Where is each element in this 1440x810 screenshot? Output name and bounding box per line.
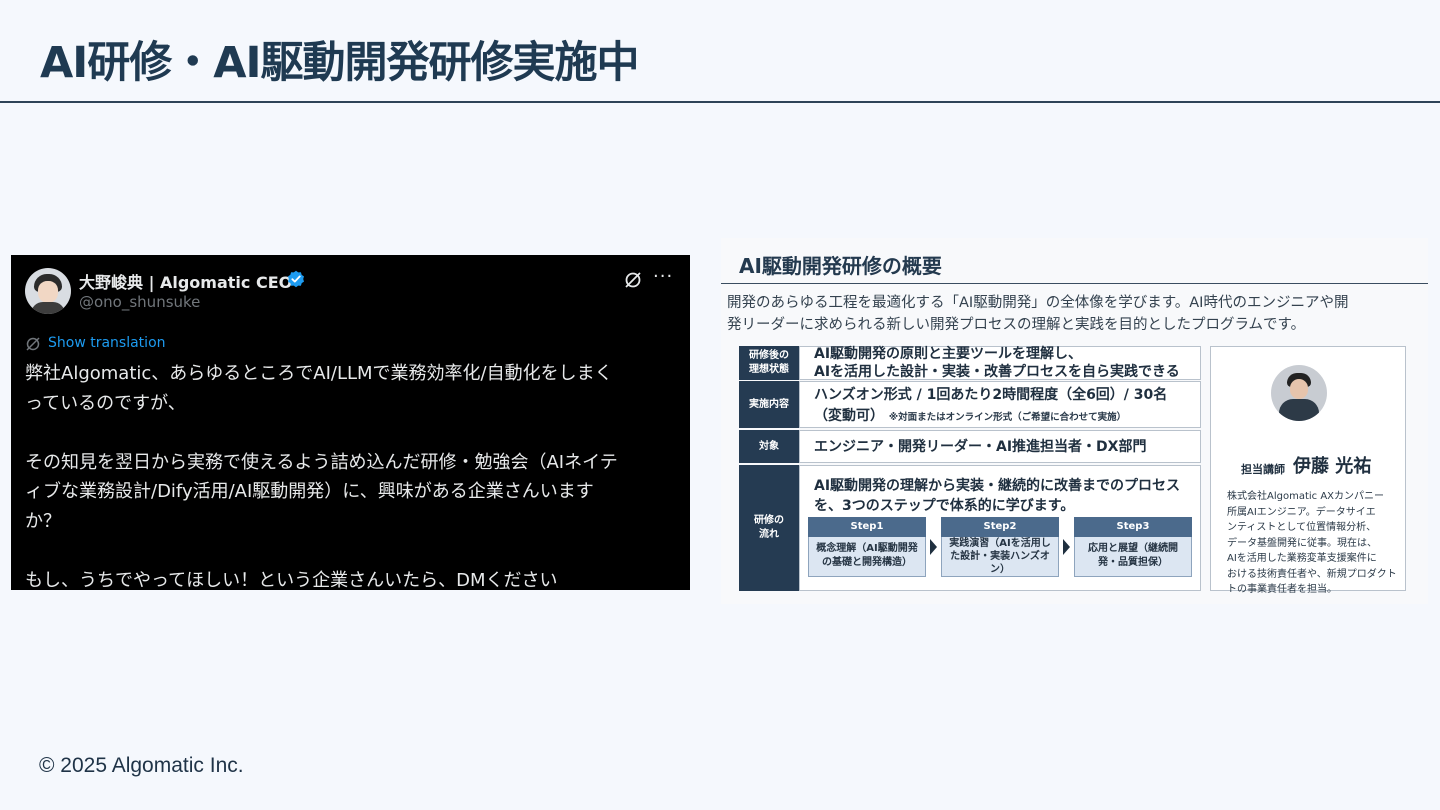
instructor-name: 伊藤 光祐 bbox=[1293, 456, 1372, 477]
tweet-line: その知見を翌日から実務で使えるよう詰め込んだ研修・勉強会（AIネイテ bbox=[25, 451, 618, 473]
translate-icon bbox=[26, 337, 40, 351]
step-title: Step1 bbox=[808, 517, 926, 537]
step-2: Step2 実践演習（AIを活用し た設計・実装ハンズオ ン） bbox=[941, 517, 1059, 577]
description-line: 発リーダーに求められる新しい開発プロセスの理解と実践を目的としたプログラムです。 bbox=[727, 317, 1306, 333]
row-label-flow: 研修の 流れ bbox=[739, 465, 799, 591]
tweet-line: っているのですが、 bbox=[25, 392, 186, 414]
tweet-screenshot: 大野峻典 | Algomatic CEO @ono_shunsuke ··· S… bbox=[11, 255, 690, 590]
tweet-line: か？ bbox=[25, 510, 61, 532]
row-label-target: 対象 bbox=[739, 430, 799, 463]
training-overview-card: AI駆動開発研修の概要 開発のあらゆる工程を最適化する「AI駆動開発」の全体像を… bbox=[721, 238, 1428, 604]
grok-icon[interactable] bbox=[623, 270, 643, 290]
tweet-line: もし、うちでやってほしい！という企業さんいたら、DMください bbox=[25, 569, 558, 591]
show-translation-link[interactable]: Show translation bbox=[48, 335, 166, 351]
step-body: 実践演習（AIを活用し た設計・実装ハンズオ ン） bbox=[941, 537, 1059, 577]
slide-title: AI研修・AI駆動開発研修実施中 bbox=[40, 38, 640, 88]
step-title: Step2 bbox=[941, 517, 1059, 537]
tweet-line-blank bbox=[25, 418, 680, 448]
description-line: 開発のあらゆる工程を最適化する「AI駆動開発」の全体像を学びます。AI時代のエン… bbox=[727, 295, 1349, 311]
tweet-line: ィブな業務設計/Dify活用/AI駆動開発）に、興味がある企業さんいます bbox=[25, 481, 594, 502]
tweet-line-blank bbox=[25, 536, 680, 566]
tweet-line: 弊社Algomatic、あらゆるところでAI/LLMで業務効率化/自動化をしまく bbox=[25, 363, 613, 384]
tweet-handle[interactable]: @ono_shunsuke bbox=[79, 293, 200, 311]
title-divider bbox=[0, 101, 1440, 103]
step-title: Step3 bbox=[1074, 517, 1192, 537]
more-options-icon[interactable]: ··· bbox=[653, 266, 673, 287]
step-arrow-icon bbox=[1063, 539, 1070, 555]
row-note: ※対面またはオンライン形式（ご希望に合わせて実施） bbox=[888, 412, 1127, 423]
step-arrow-icon bbox=[930, 539, 937, 555]
instructor-photo bbox=[1271, 365, 1327, 421]
step-body: 概念理解（AI駆動開発 の基礎と開発構造） bbox=[808, 537, 926, 577]
row-label-content: 実施内容 bbox=[739, 381, 799, 428]
overview-description: 開発のあらゆる工程を最適化する「AI駆動開発」の全体像を学びます。AI時代のエン… bbox=[727, 292, 1427, 336]
step-body: 応用と展望（継続開 発・品質担保） bbox=[1074, 537, 1192, 577]
avatar[interactable] bbox=[25, 268, 71, 314]
row-label-ideal-state: 研修後の 理想状態 bbox=[739, 346, 799, 380]
tweet-author-name[interactable]: 大野峻典 | Algomatic CEO bbox=[79, 269, 292, 293]
tweet-body: 弊社Algomatic、あらゆるところでAI/LLMで業務効率化/自動化をしまく… bbox=[25, 359, 680, 590]
instructor-role: 担当講師 bbox=[1241, 463, 1285, 476]
row-text-ideal-state: AI駆動開発の原則と主要ツールを理解し、 AIを活用した設計・実装・改善プロセス… bbox=[814, 346, 1180, 380]
row-text-target: エンジニア・開発リーダー・AI推進担当者・DX部門 bbox=[814, 439, 1147, 455]
verified-badge-icon bbox=[288, 270, 304, 288]
overview-title: AI駆動開発研修の概要 bbox=[739, 254, 942, 278]
copyright: © 2025 Algomatic Inc. bbox=[39, 754, 244, 777]
overview-divider bbox=[721, 283, 1428, 284]
row-text-content: ハンズオン形式 / 1回あたり2時間程度（全6回）/ 30名 （変動可） ※対面… bbox=[814, 387, 1168, 424]
step-1: Step1 概念理解（AI駆動開発 の基礎と開発構造） bbox=[808, 517, 926, 577]
instructor-bio: 株式会社Algomatic AXカンパニー 所属AIエンジニア。データサイエ ン… bbox=[1227, 491, 1397, 595]
instructor-card: 担当講師 伊藤 光祐 株式会社Algomatic AXカンパニー 所属AIエンジ… bbox=[1210, 346, 1406, 595]
step-3: Step3 応用と展望（継続開 発・品質担保） bbox=[1074, 517, 1192, 577]
row-text-flow: AI駆動開発の理解から実装・継続的に改善までのプロセス を、3つのステップで体系… bbox=[814, 478, 1181, 514]
